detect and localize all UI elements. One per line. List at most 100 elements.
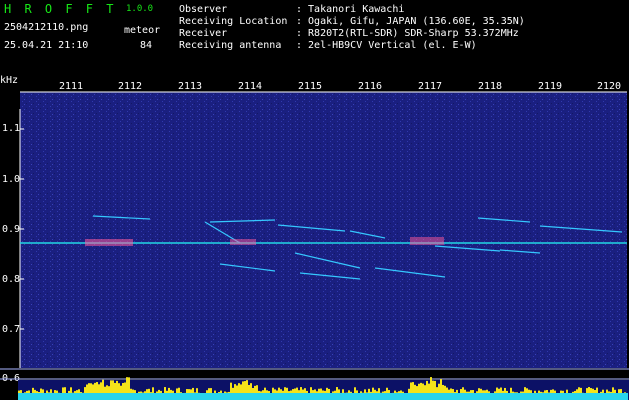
level-bar-base <box>472 393 474 400</box>
level-bar-base <box>262 393 264 400</box>
level-bar-base <box>190 393 192 400</box>
level-bar-base <box>40 393 42 400</box>
level-bar-base <box>168 393 170 400</box>
echo-head <box>85 239 133 246</box>
level-bar-base <box>554 393 556 400</box>
level-bar-base <box>56 393 58 400</box>
level-bar-base <box>346 393 348 400</box>
level-bar-base <box>402 393 404 400</box>
observer-value: : Takanori Kawachi <box>296 4 405 15</box>
level-bar-base <box>248 393 250 400</box>
level-bar-base <box>136 393 138 400</box>
level-bar-base <box>202 393 204 400</box>
level-bar-base <box>306 393 308 400</box>
level-bar-base <box>514 393 516 400</box>
level-bar-base <box>390 393 392 400</box>
level-bar-base <box>208 393 210 400</box>
level-bar-base <box>196 393 198 400</box>
level-bar-base <box>536 393 538 400</box>
level-bar-base <box>328 393 330 400</box>
level-bar-base <box>464 393 466 400</box>
level-bar-base <box>450 393 452 400</box>
level-bar-base <box>360 393 362 400</box>
level-bar-base <box>272 393 274 400</box>
level-bar-base <box>388 393 390 400</box>
level-bar-base <box>270 393 272 400</box>
level-bar-base <box>576 393 578 400</box>
level-bar-base <box>128 393 130 400</box>
level-bar-base <box>498 393 500 400</box>
level-bar-base <box>564 393 566 400</box>
level-bar-base <box>96 393 98 400</box>
level-bar-base <box>122 393 124 400</box>
level-bar-base <box>58 393 60 400</box>
level-bar-base <box>582 393 584 400</box>
level-bar-base <box>590 393 592 400</box>
level-bar-base <box>220 393 222 400</box>
location-value: : Ogaki, Gifu, JAPAN (136.60E, 35.35N) <box>296 16 525 27</box>
level-bar-base <box>322 393 324 400</box>
level-bar-base <box>544 393 546 400</box>
level-bar-base <box>218 393 220 400</box>
level-bar-base <box>108 393 110 400</box>
level-bar-base <box>458 393 460 400</box>
level-bar-base <box>178 393 180 400</box>
level-bar-base <box>410 393 412 400</box>
location-label: Receiving Location <box>179 16 288 27</box>
level-bar-base <box>354 393 356 400</box>
level-bar-base <box>290 393 292 400</box>
level-bar-base <box>130 393 132 400</box>
level-bar-base <box>64 393 66 400</box>
level-bar-base <box>156 393 158 400</box>
level-bar-base <box>510 393 512 400</box>
level-bar-base <box>264 393 266 400</box>
level-bar-base <box>164 393 166 400</box>
level-bar-base <box>54 393 56 400</box>
level-bar-base <box>440 393 442 400</box>
level-bar-base <box>448 393 450 400</box>
level-bar-base <box>244 393 246 400</box>
level-bar-base <box>48 393 50 400</box>
level-bar-base <box>66 393 68 400</box>
level-bar-base <box>374 393 376 400</box>
level-bar-base <box>474 393 476 400</box>
receiver-label: Receiver <box>179 28 228 39</box>
level-bar-base <box>326 393 328 400</box>
level-bar-base <box>92 393 94 400</box>
level-bar-base <box>250 393 252 400</box>
level-bar-base <box>144 393 146 400</box>
level-bar-base <box>622 393 624 400</box>
level-bar-base <box>252 393 254 400</box>
level-bar-base <box>286 393 288 400</box>
timestamp: 25.04.21 21:10 <box>4 40 89 51</box>
level-bar-base <box>274 393 276 400</box>
level-bar-base <box>134 393 136 400</box>
level-bar-base <box>294 393 296 400</box>
level-bar-base <box>60 393 62 400</box>
level-bar-base <box>304 393 306 400</box>
echo-head <box>410 237 444 245</box>
level-bar-base <box>540 393 542 400</box>
level-bar-base <box>150 393 152 400</box>
level-bar-base <box>100 393 102 400</box>
level-bar-base <box>468 393 470 400</box>
level-bar-base <box>224 393 226 400</box>
level-bar-base <box>348 393 350 400</box>
level-bar-base <box>62 393 64 400</box>
level-bar-base <box>32 393 34 400</box>
level-bar-base <box>82 393 84 400</box>
level-bar-base <box>254 393 256 400</box>
level-bar-base <box>94 393 96 400</box>
level-bar-base <box>152 393 154 400</box>
level-bar-base <box>340 393 342 400</box>
level-bar-base <box>86 393 88 400</box>
level-bar-base <box>46 393 48 400</box>
level-bar-base <box>232 393 234 400</box>
level-bar-base <box>404 393 406 400</box>
level-bar-base <box>284 393 286 400</box>
level-bar-base <box>358 393 360 400</box>
level-bar-base <box>120 393 122 400</box>
level-bar-base <box>570 393 572 400</box>
level-bar-base <box>330 393 332 400</box>
level-bar-base <box>548 393 550 400</box>
